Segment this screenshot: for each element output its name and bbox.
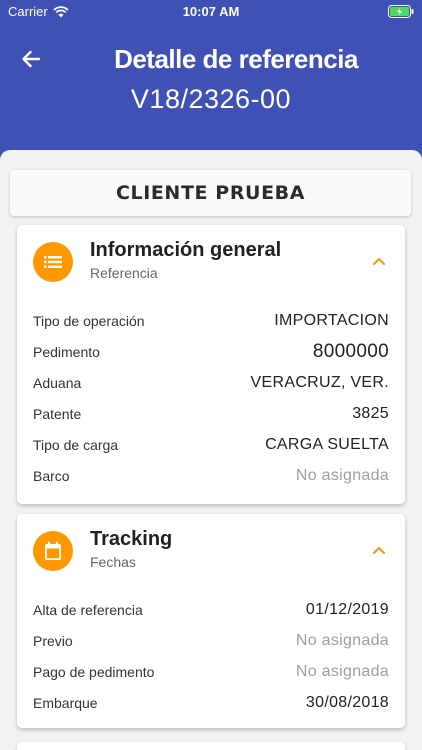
row-value: CARGA SUELTA	[265, 435, 389, 453]
next-card-partial	[17, 742, 405, 750]
status-time: 10:07 AM	[182, 4, 240, 19]
info-row-patente: Patente 3825	[33, 398, 389, 429]
status-bar: Carrier 10:07 AM	[0, 0, 422, 24]
row-label: Barco	[33, 467, 70, 484]
info-row-cargo-type: Tipo de carga CARGA SUELTA	[33, 429, 389, 460]
general-info-card: Información general Referencia Tipo de o…	[17, 225, 405, 504]
tracking-row-previo: Previo No asignada	[33, 625, 389, 656]
general-info-subtitle: Referencia	[90, 265, 158, 281]
tracking-row-alta: Alta de referencia 01/12/2019	[33, 594, 389, 625]
general-info-rows: Tipo de operación IMPORTACION Pedimento …	[33, 305, 389, 491]
info-row-barco: Barco No asignada	[33, 460, 389, 491]
reference-number: V18/2326-00	[130, 84, 292, 114]
tracking-row-pago: Pago de pedimento No asignada	[33, 656, 389, 687]
info-row-aduana: Aduana VERACRUZ, VER.	[33, 367, 389, 398]
row-label: Embarque	[33, 694, 98, 711]
calendar-icon	[33, 531, 73, 571]
tracking-row-embarque: Embarque 30/08/2018	[33, 687, 389, 718]
general-info-card-header[interactable]: Información general Referencia	[17, 225, 405, 295]
general-info-title: Información general	[90, 239, 282, 261]
row-value: No asignada	[295, 466, 389, 484]
list-icon	[33, 242, 73, 282]
app-header: Detalle de referencia V18/2326-00	[0, 24, 422, 150]
row-label: Pedimento	[33, 343, 100, 360]
row-label: Tipo de operación	[33, 312, 145, 329]
chevron-up-icon[interactable]	[371, 253, 387, 269]
tracking-rows: Alta de referencia 01/12/2019 Previo No …	[33, 594, 389, 718]
row-value: VERACRUZ, VER.	[250, 373, 389, 391]
row-value: 3825	[352, 404, 389, 422]
page-title: Detalle de referencia	[114, 44, 358, 74]
row-value: 01/12/2019	[305, 600, 389, 618]
content-sheet: CLIENTE PRUEBA Información general Refer…	[0, 150, 422, 750]
tracking-card: Tracking Fechas Alta de referencia 01/12…	[17, 514, 405, 728]
info-row-operation-type: Tipo de operación IMPORTACION	[33, 305, 389, 336]
chevron-up-icon[interactable]	[371, 542, 387, 558]
row-label: Aduana	[33, 374, 82, 391]
row-label: Patente	[33, 405, 82, 422]
row-value: 30/08/2018	[305, 693, 389, 711]
row-value: IMPORTACION	[274, 311, 389, 329]
info-row-pedimento: Pedimento 8000000	[33, 336, 389, 367]
row-label: Pago de pedimento	[33, 663, 155, 680]
row-value: No asignada	[295, 662, 389, 680]
back-arrow-icon	[22, 50, 41, 68]
row-label: Alta de referencia	[33, 601, 143, 618]
battery-icon	[388, 5, 414, 21]
row-value: 8000000	[312, 340, 389, 362]
back-button[interactable]	[18, 46, 44, 72]
client-name-banner: CLIENTE PRUEBA	[10, 170, 411, 216]
tracking-title: Tracking	[90, 528, 173, 550]
row-label: Tipo de carga	[33, 436, 119, 453]
tracking-subtitle: Fechas	[90, 554, 136, 570]
tracking-card-header[interactable]: Tracking Fechas	[17, 514, 405, 584]
row-value: No asignada	[295, 631, 389, 649]
row-label: Previo	[33, 632, 73, 649]
